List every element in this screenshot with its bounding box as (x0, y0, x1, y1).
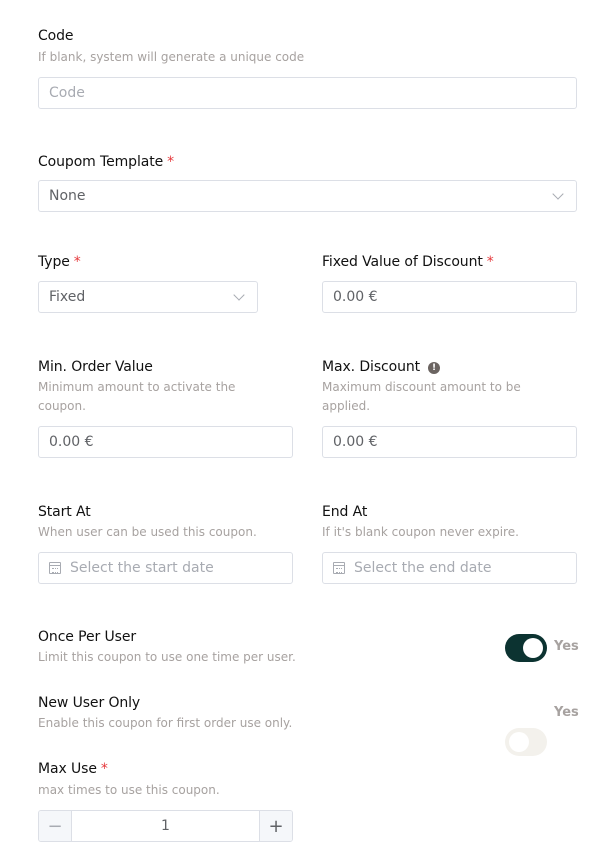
increment-button[interactable]: + (259, 811, 292, 841)
required-marker: * (167, 154, 175, 170)
end-at-hint: If it's blank coupon never expire. (322, 525, 519, 539)
required-marker: * (486, 254, 494, 270)
code-input[interactable]: Code (38, 77, 577, 109)
min-order-label: Min. Order Value (38, 359, 153, 375)
chevron-down-icon (233, 289, 245, 301)
max-use-value[interactable]: 1 (72, 811, 259, 841)
template-selected: None (49, 188, 86, 204)
info-icon[interactable]: ! (428, 362, 441, 374)
min-order-hint: Minimum amount to activate the coupon. (38, 380, 236, 413)
min-order-input[interactable]: 0.00 € (38, 426, 293, 458)
min-order-text: 0.00 € (49, 434, 94, 450)
new-user-only-toggle-text: Yes (554, 705, 579, 720)
max-discount-input[interactable]: 0.00 € (322, 426, 577, 458)
once-per-user-toggle-text: Yes (554, 639, 579, 654)
required-marker: * (100, 761, 108, 777)
required-marker: * (73, 254, 81, 270)
new-user-only-hint: Enable this coupon for first order use o… (38, 716, 293, 730)
decrement-button[interactable]: − (39, 811, 72, 841)
code-hint: If blank, system will generate a unique … (38, 50, 305, 64)
start-at-label: Start At (38, 504, 91, 520)
new-user-only-label: New User Only (38, 695, 141, 711)
once-per-user-toggle[interactable] (505, 634, 547, 662)
type-selected: Fixed (49, 289, 86, 305)
type-label: Type * (38, 254, 81, 270)
toggle-knob (523, 638, 543, 658)
calendar-icon (49, 562, 61, 574)
type-select[interactable]: Fixed (38, 281, 258, 313)
fixed-value-input[interactable]: 0.00 € (322, 281, 577, 313)
start-at-hint: When user can be used this coupon. (38, 525, 257, 539)
new-user-only-toggle[interactable] (505, 728, 547, 756)
template-label: Coupom Template * (38, 154, 175, 170)
start-date-picker[interactable]: Select the start date (38, 552, 293, 584)
calendar-icon (333, 562, 345, 574)
chevron-down-icon (552, 188, 564, 200)
once-per-user-hint: Limit this coupon to use one time per us… (38, 650, 296, 664)
template-select[interactable]: None (38, 180, 577, 212)
max-discount-hint: Maximum discount amount to be applied. (322, 380, 521, 413)
fixed-value-label: Fixed Value of Discount * (322, 254, 494, 270)
toggle-knob (509, 732, 529, 752)
end-date-placeholder: Select the end date (354, 560, 492, 576)
max-use-hint: max times to use this coupon. (38, 783, 220, 797)
code-label: Code (38, 28, 74, 44)
once-per-user-label: Once Per User (38, 629, 137, 645)
end-at-label: End At (322, 504, 368, 520)
code-placeholder: Code (49, 85, 85, 101)
start-date-placeholder: Select the start date (70, 560, 214, 576)
end-date-picker[interactable]: Select the end date (322, 552, 577, 584)
max-use-stepper[interactable]: − 1 + (38, 810, 293, 842)
max-discount-label: Max. Discount! (322, 359, 441, 375)
max-use-label: Max Use * (38, 761, 108, 777)
max-discount-text: 0.00 € (333, 434, 378, 450)
fixed-value-text: 0.00 € (333, 289, 378, 305)
